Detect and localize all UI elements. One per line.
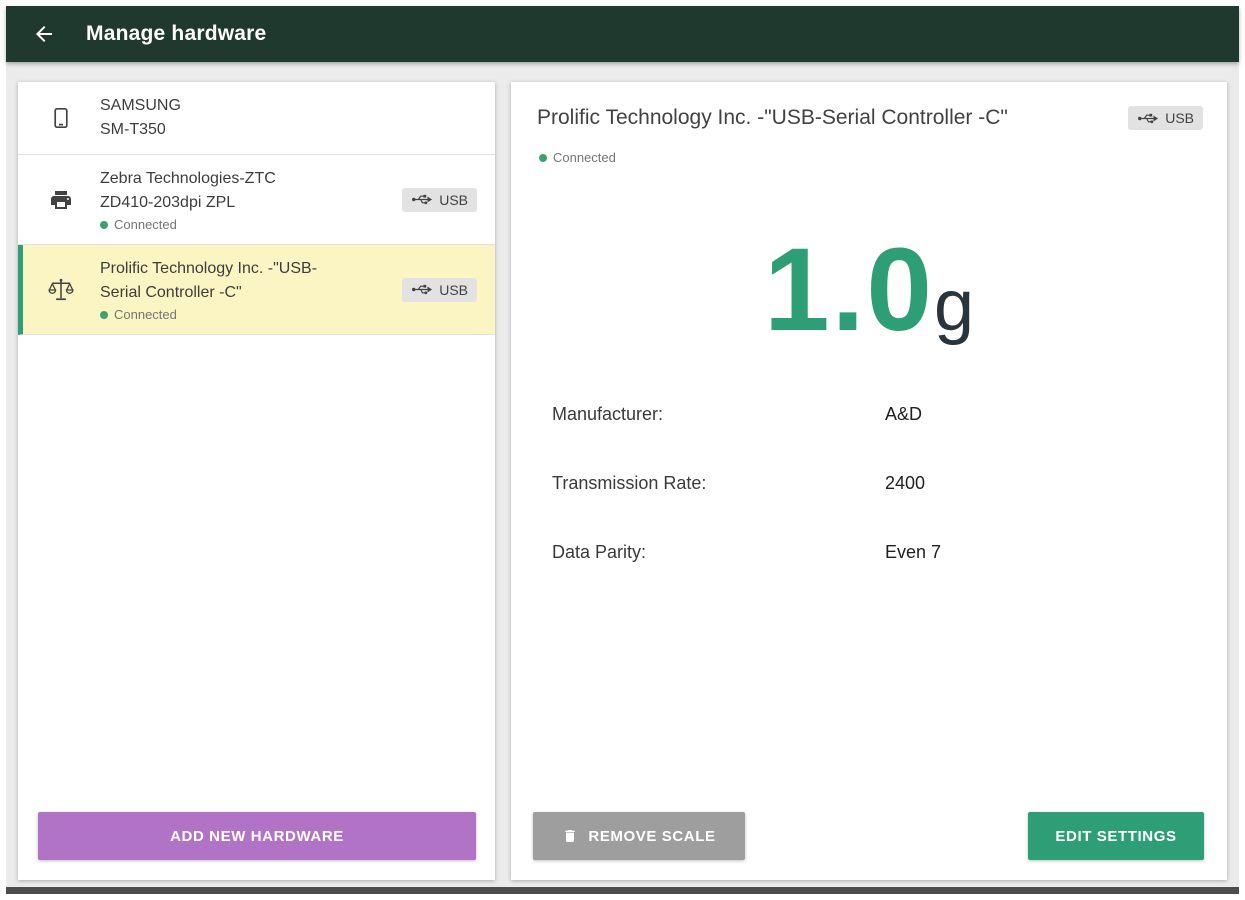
scale-reading: 1.0g [511, 222, 1227, 358]
trash-icon [562, 827, 578, 845]
usb-icon [1137, 112, 1159, 125]
field-value: A&D [885, 404, 923, 424]
app-window: Manage hardware SAMSUNG SM-T350 Zebra Te… [6, 6, 1239, 894]
app-bar: Manage hardware [6, 6, 1239, 62]
status-row: Connected [100, 307, 402, 322]
back-button[interactable] [32, 22, 56, 46]
status-badge: Connected [114, 307, 177, 322]
arrow-left-icon [32, 22, 56, 46]
field-data-parity: Data Parity: Even 7 [552, 542, 1187, 566]
field-value: Even 7 [885, 542, 942, 562]
device-name: Zebra Technologies-ZTC ZD410-203dpi ZPL … [100, 167, 402, 232]
device-list-panel: SAMSUNG SM-T350 Zebra Technologies-ZTC Z… [18, 82, 495, 880]
edit-settings-button[interactable]: EDIT SETTINGS [1028, 812, 1204, 860]
field-label: Transmission Rate: [552, 473, 707, 493]
add-new-hardware-button[interactable]: ADD NEW HARDWARE [38, 812, 476, 860]
usb-badge: USB [402, 187, 477, 212]
usb-badge-label: USB [439, 191, 468, 208]
list-item-prolific-scale[interactable]: Prolific Technology Inc. -"USB- Serial C… [18, 245, 495, 335]
tablet-icon [48, 105, 74, 131]
field-label: Manufacturer: [552, 404, 664, 424]
connected-dot-icon [100, 220, 108, 229]
usb-badge: USB [1128, 106, 1203, 130]
status-row: Connected [100, 217, 402, 232]
usb-badge: USB [402, 277, 477, 302]
status-badge: Connected [553, 150, 616, 165]
page-title: Manage hardware [86, 22, 267, 45]
device-detail-panel: Prolific Technology Inc. -"USB-Serial Co… [511, 82, 1227, 880]
detail-title: Prolific Technology Inc. -"USB-Serial Co… [537, 106, 1008, 129]
printer-icon [48, 187, 74, 213]
field-manufacturer: Manufacturer: A&D [552, 404, 1187, 428]
usb-icon [411, 283, 433, 296]
usb-badge-label: USB [439, 281, 468, 298]
device-line1: Prolific Technology Inc. -"USB- [100, 260, 318, 277]
remove-scale-label: REMOVE SCALE [588, 827, 716, 845]
list-item-zebra-printer[interactable]: Zebra Technologies-ZTC ZD410-203dpi ZPL … [18, 155, 495, 245]
status-badge: Connected [114, 217, 177, 232]
field-value: 2400 [885, 473, 926, 493]
device-line1: SAMSUNG [100, 97, 181, 114]
device-line1: Zebra Technologies-ZTC [100, 170, 276, 187]
bottom-bar [6, 887, 1239, 894]
reading-value: 1.0 [763, 224, 934, 356]
status-row: Connected [539, 150, 616, 165]
reading-unit: g [934, 266, 975, 346]
device-name: SAMSUNG SM-T350 [100, 94, 477, 142]
scale-icon [48, 277, 74, 303]
list-item-samsung[interactable]: SAMSUNG SM-T350 [18, 82, 495, 155]
usb-icon [411, 193, 433, 206]
usb-badge-label: USB [1165, 110, 1194, 126]
device-name: Prolific Technology Inc. -"USB- Serial C… [100, 257, 402, 322]
remove-scale-button[interactable]: REMOVE SCALE [533, 812, 745, 860]
device-line2: SM-T350 [100, 121, 166, 138]
connected-dot-icon [100, 310, 108, 319]
field-transmission-rate: Transmission Rate: 2400 [552, 473, 1187, 497]
field-label: Data Parity: [552, 542, 647, 562]
connected-dot-icon [539, 153, 547, 162]
device-line2: ZD410-203dpi ZPL [100, 194, 236, 211]
device-line2: Serial Controller -C" [100, 284, 242, 301]
